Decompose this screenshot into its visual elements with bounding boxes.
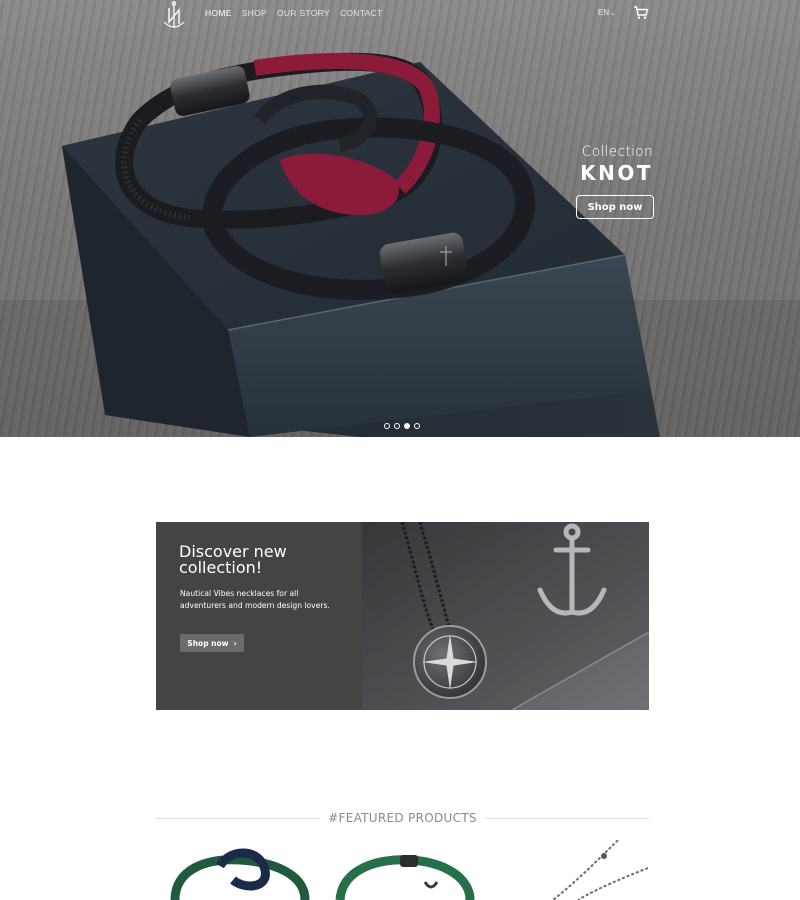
promo-description: Nautical Vibes necklaces for all adventu…: [180, 589, 330, 610]
slider-pagination: [384, 423, 420, 429]
brand-logo-anchor-icon[interactable]: [160, 0, 188, 32]
promo-title: Discover new collection!: [179, 542, 287, 577]
nav-link-our-story[interactable]: OUR STORY: [277, 8, 330, 18]
slider-dot-2[interactable]: [394, 423, 400, 429]
hero-caption: Collection KNOT: [580, 144, 653, 185]
featured-products-title: #FEATURED PRODUCTS: [156, 811, 649, 825]
promo-image-necklaces-on-slate: [362, 522, 649, 710]
nav-link-shop[interactable]: SHOP: [242, 8, 267, 18]
slider-dot-1[interactable]: [384, 423, 390, 429]
chevron-down-icon: ⌄: [610, 10, 616, 17]
hero-shop-now-button[interactable]: Shop now: [576, 195, 654, 219]
hero-image-bracelets-on-box: [0, 52, 800, 437]
product-card-green-navy-knot-bracelet[interactable]: [165, 840, 315, 900]
nav-link-home[interactable]: HOME: [205, 8, 232, 18]
language-label: EN: [598, 8, 610, 17]
chevron-right-icon: ›: [233, 638, 237, 648]
promo-text-panel: Discover new collection! Nautical Vibes …: [156, 522, 362, 710]
cart-icon[interactable]: [633, 5, 649, 20]
promo-button-label: Shop now: [187, 638, 229, 648]
main-menu: HOME SHOP OUR STORY CONTACT: [205, 8, 383, 18]
slider-dot-3[interactable]: [404, 423, 410, 429]
promo-shop-now-button[interactable]: Shop now ›: [180, 634, 244, 652]
nav-link-contact[interactable]: CONTACT: [340, 8, 383, 18]
top-navigation: HOME SHOP OUR STORY CONTACT EN⌄: [0, 0, 800, 34]
hero-slider: HOME SHOP OUR STORY CONTACT EN⌄ Collecti…: [0, 0, 800, 437]
language-selector[interactable]: EN⌄: [598, 8, 616, 17]
hero-collection-name: KNOT: [580, 161, 653, 185]
product-card-green-anchor-bracelet[interactable]: [330, 840, 480, 900]
slider-dot-4[interactable]: [414, 423, 420, 429]
featured-products-header: #FEATURED PRODUCTS: [156, 808, 649, 828]
hero-collection-label: Collection: [581, 144, 653, 160]
featured-title-text: #FEATURED PRODUCTS: [320, 811, 485, 825]
product-card-chain-necklace[interactable]: [498, 840, 648, 900]
promo-banner: Discover new collection! Nautical Vibes …: [156, 522, 649, 710]
